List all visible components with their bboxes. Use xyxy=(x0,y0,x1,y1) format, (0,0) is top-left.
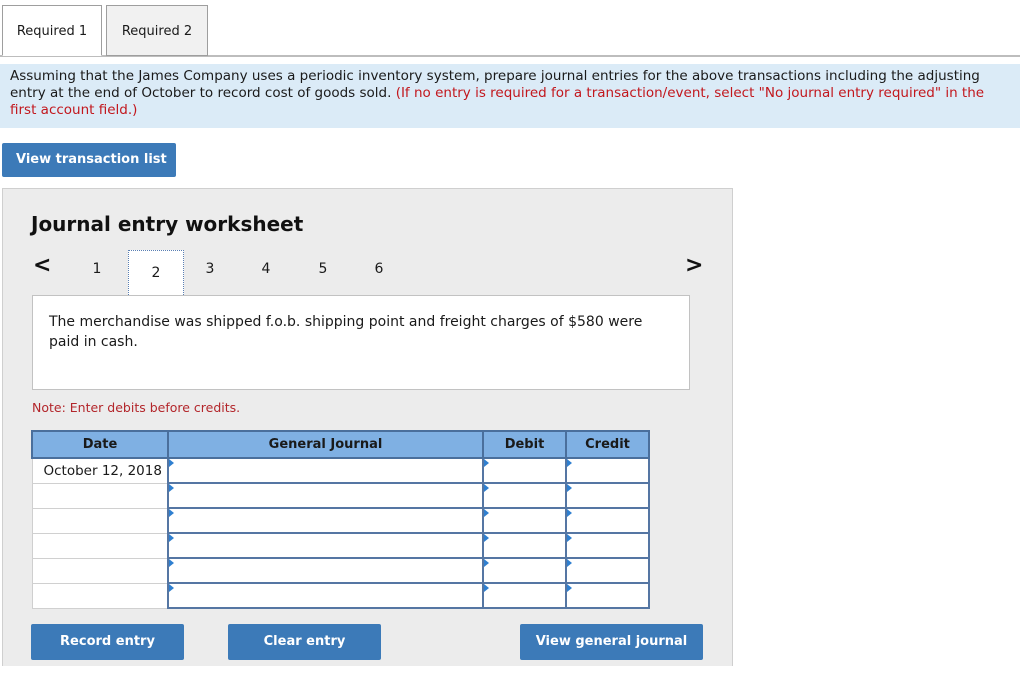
table-row xyxy=(31,507,650,534)
date-cell xyxy=(31,583,168,609)
debits-note: Note: Enter debits before credits. xyxy=(32,400,241,415)
credit-field[interactable] xyxy=(565,557,650,584)
view-transaction-list-button[interactable]: View transaction list xyxy=(2,143,176,177)
table-row xyxy=(31,582,650,609)
worksheet-title: Journal entry worksheet xyxy=(31,212,304,236)
tab-required-2[interactable]: Required 2 xyxy=(106,5,208,56)
page-4-link[interactable]: 4 xyxy=(256,261,276,277)
journal-entry-worksheet-panel: Journal entry worksheet < 1 2 3 4 5 6 > … xyxy=(2,188,733,666)
debit-field[interactable] xyxy=(482,582,567,609)
general-journal-column-header: General Journal xyxy=(167,430,484,459)
debit-column-header: Debit xyxy=(482,430,567,459)
page-1-link[interactable]: 1 xyxy=(87,261,107,277)
debit-field[interactable] xyxy=(482,532,567,559)
table-row xyxy=(31,532,650,559)
transaction-description-text: The merchandise was shipped f.o.b. shipp… xyxy=(49,314,643,350)
table-row: October 12, 2018 xyxy=(31,457,650,484)
chevron-left-icon[interactable]: < xyxy=(33,253,51,278)
date-cell xyxy=(31,483,168,509)
credit-field[interactable] xyxy=(565,582,650,609)
debit-field[interactable] xyxy=(482,507,567,534)
page-5-link[interactable]: 5 xyxy=(313,261,333,277)
credit-column-header: Credit xyxy=(565,430,650,459)
date-column-header: Date xyxy=(31,430,169,459)
date-cell xyxy=(31,558,168,584)
page-6-link[interactable]: 6 xyxy=(369,261,389,277)
account-field[interactable] xyxy=(167,532,484,559)
credit-field[interactable] xyxy=(565,482,650,509)
debit-field[interactable] xyxy=(482,557,567,584)
instruction-box: Assuming that the James Company uses a p… xyxy=(0,64,1020,128)
account-field[interactable] xyxy=(167,482,484,509)
journal-table: Date General Journal Debit Credit Octobe… xyxy=(31,430,650,609)
record-entry-button[interactable]: Record entry xyxy=(31,624,184,660)
credit-field[interactable] xyxy=(565,457,650,484)
chevron-right-icon[interactable]: > xyxy=(685,253,703,278)
transaction-description: The merchandise was shipped f.o.b. shipp… xyxy=(32,295,690,390)
page-3-link[interactable]: 3 xyxy=(200,261,220,277)
debit-field[interactable] xyxy=(482,457,567,484)
account-field[interactable] xyxy=(167,507,484,534)
date-cell: October 12, 2018 xyxy=(31,458,168,484)
tab-bar: Required 1 Required 2 xyxy=(0,0,1024,57)
page-2-current[interactable]: 2 xyxy=(128,250,184,297)
clear-entry-button[interactable]: Clear entry xyxy=(228,624,381,660)
date-cell xyxy=(31,508,168,534)
account-field[interactable] xyxy=(167,557,484,584)
table-row xyxy=(31,557,650,584)
credit-field[interactable] xyxy=(565,507,650,534)
account-field[interactable] xyxy=(167,582,484,609)
date-cell xyxy=(31,533,168,559)
account-field[interactable] xyxy=(167,457,484,484)
view-general-journal-button[interactable]: View general journal xyxy=(520,624,703,660)
table-row xyxy=(31,482,650,509)
credit-field[interactable] xyxy=(565,532,650,559)
tab-required-1[interactable]: Required 1 xyxy=(2,5,102,56)
debit-field[interactable] xyxy=(482,482,567,509)
